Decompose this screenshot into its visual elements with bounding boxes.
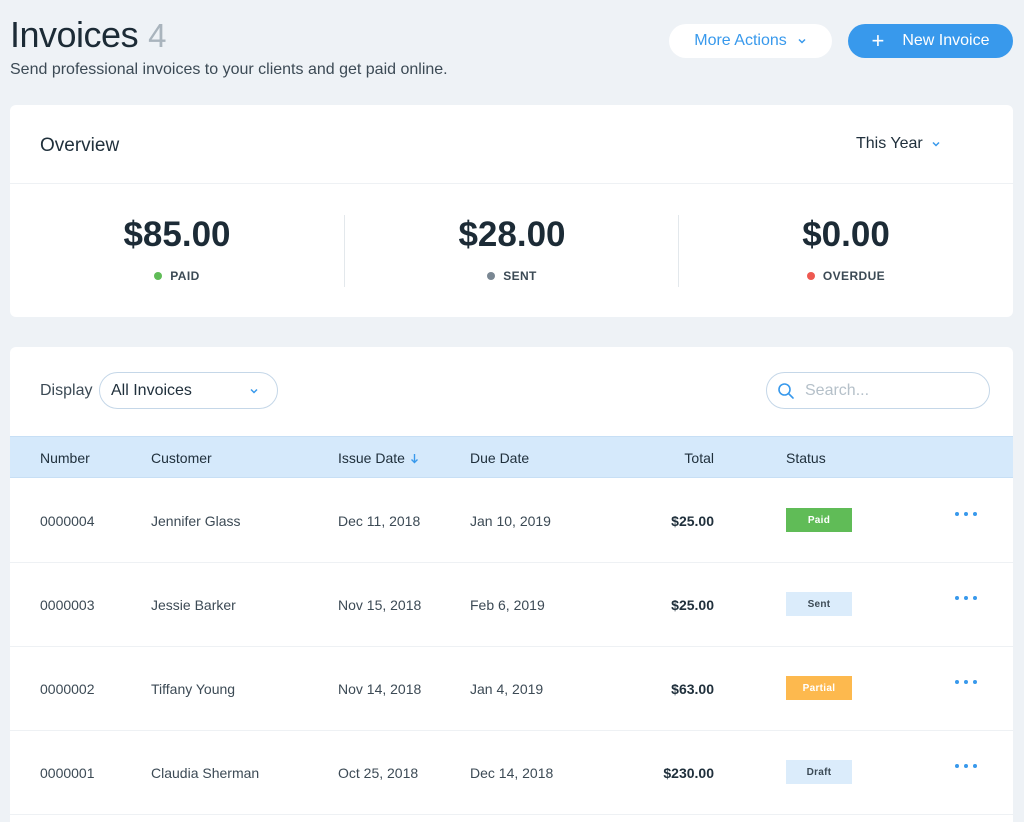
- stat-amount: $0.00: [802, 215, 890, 254]
- column-header-total[interactable]: Total: [594, 450, 714, 466]
- due-date: Jan 10, 2019: [470, 513, 551, 529]
- row-actions-icon[interactable]: [955, 673, 977, 691]
- invoice-total: $63.00: [671, 681, 714, 697]
- table-row[interactable]: 0000004 Jennifer Glass Dec 11, 2018 Jan 10,…: [10, 479, 1013, 563]
- table-row[interactable]: 0000001 Claudia Sherman Oct 25, 2018 Dec 14…: [10, 731, 1013, 815]
- table-header: Number Customer Issue Date Due Date Tota…: [10, 436, 1013, 478]
- chevron-down-icon: [798, 38, 806, 44]
- invoice-count: 4: [148, 17, 167, 54]
- column-header-customer[interactable]: Customer: [151, 450, 212, 466]
- due-date: Dec 14, 2018: [470, 765, 554, 781]
- stat-label: OVERDUE: [679, 269, 1013, 283]
- invoice-number: 0000003: [40, 597, 95, 613]
- invoice-number: 0000001: [40, 765, 95, 781]
- display-filter-value: All Invoices: [111, 381, 192, 399]
- customer-name: Claudia Sherman: [151, 765, 260, 781]
- overview-card: Overview This Year $85.00 PAID $28.00 SE…: [10, 105, 1013, 317]
- column-header-status[interactable]: Status: [786, 450, 826, 466]
- status-dot-icon: [154, 272, 163, 280]
- row-actions-icon[interactable]: [955, 757, 977, 775]
- stat-label: PAID: [10, 269, 344, 283]
- status-dot-icon: [806, 272, 815, 280]
- stat-sent: $28.00 SENT: [345, 183, 679, 317]
- column-header-issue-date[interactable]: Issue Date: [338, 450, 419, 466]
- page-subtitle: Send professional invoices to your clien…: [10, 61, 448, 78]
- more-actions-button[interactable]: More Actions: [669, 24, 832, 58]
- stat-overdue: $0.00 OVERDUE: [679, 183, 1013, 317]
- status-dot-icon: [487, 272, 496, 280]
- issue-date: Nov 14, 2018: [338, 681, 422, 697]
- customer-name: Tiffany Young: [151, 681, 236, 697]
- row-actions-icon[interactable]: [955, 505, 977, 523]
- status-badge: Sent: [786, 592, 852, 616]
- stat-amount: $85.00: [123, 215, 231, 254]
- due-date: Jan 4, 2019: [470, 681, 544, 697]
- plus-icon: +: [871, 28, 885, 53]
- invoice-total: $230.00: [663, 765, 714, 781]
- search-input[interactable]: [805, 381, 975, 400]
- status-badge: Partial: [786, 676, 852, 700]
- chevron-down-icon: [932, 141, 940, 147]
- table-row[interactable]: 0000003 Jessie Barker Nov 15, 2018 Feb 6, 2…: [10, 563, 1013, 647]
- stat-label: SENT: [345, 269, 679, 283]
- invoice-total: $25.00: [671, 597, 714, 613]
- invoice-number: 0000004: [40, 513, 95, 529]
- customer-name: Jennifer Glass: [151, 513, 241, 529]
- display-label: Display: [40, 382, 93, 399]
- column-header-due-date[interactable]: Due Date: [470, 450, 529, 466]
- invoice-total: $25.00: [671, 513, 714, 529]
- display-filter-dropdown[interactable]: All Invoices: [99, 372, 278, 409]
- overview-title: Overview: [40, 135, 120, 156]
- issue-date: Dec 11, 2018: [338, 513, 421, 529]
- period-dropdown[interactable]: This Year: [856, 135, 941, 153]
- new-invoice-button[interactable]: + New Invoice: [848, 24, 1013, 58]
- issue-date: Nov 15, 2018: [338, 597, 422, 613]
- invoice-number: 0000002: [40, 681, 95, 697]
- column-header-number[interactable]: Number: [40, 450, 90, 466]
- new-invoice-label: New Invoice: [902, 32, 990, 49]
- stat-paid: $85.00 PAID: [10, 183, 344, 317]
- customer-name: Jessie Barker: [151, 597, 236, 613]
- search-box: [766, 372, 990, 409]
- status-badge: Paid: [786, 508, 852, 532]
- invoice-list-card: Display All Invoices Number Customer Iss…: [10, 347, 1013, 822]
- due-date: Feb 6, 2019: [470, 597, 545, 613]
- row-actions-icon[interactable]: [955, 589, 977, 607]
- more-actions-label: More Actions: [694, 32, 787, 49]
- invoices-page: Invoices 4 Send professional invoices to…: [0, 0, 1024, 822]
- chevron-down-icon: [250, 388, 258, 394]
- stat-amount: $28.00: [458, 215, 566, 254]
- arrow-down-icon: [410, 453, 418, 463]
- issue-date: Oct 25, 2018: [338, 765, 419, 781]
- search-icon: [778, 382, 794, 399]
- period-value: This Year: [856, 135, 923, 152]
- page-title: Invoices: [10, 14, 139, 55]
- table-row[interactable]: 0000002 Tiffany Young Nov 14, 2018 Jan 4, 2…: [10, 647, 1013, 731]
- page-title-row: Invoices 4: [10, 14, 166, 56]
- status-badge: Draft: [786, 760, 852, 784]
